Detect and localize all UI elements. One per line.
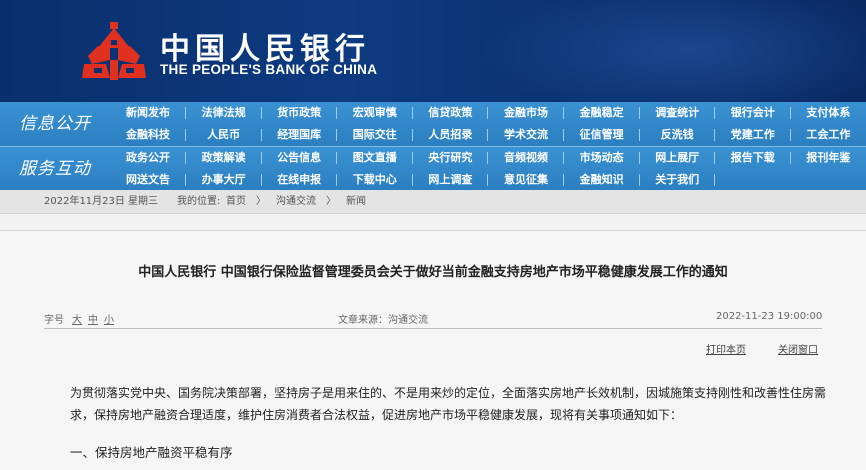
current-weekday: 星期三 [128, 196, 158, 207]
nav-item[interactable]: 信贷政策 [412, 102, 489, 124]
nav-item[interactable]: 在线申报 [261, 169, 338, 191]
breadcrumb-level2-link[interactable]: 新闻 [346, 190, 366, 214]
nav-item[interactable]: 市场动态 [564, 147, 640, 169]
nav-item[interactable]: 金融知识 [564, 169, 640, 191]
nav-item[interactable]: 反洗钱 [639, 124, 716, 146]
nav-item[interactable]: 调查统计 [639, 102, 716, 124]
font-size-large-link[interactable]: 大 [72, 311, 82, 326]
bank-name-en: THE PEOPLE'S BANK OF CHINA [160, 62, 378, 77]
nav-item[interactable]: 金融市场 [488, 102, 564, 124]
nav-item[interactable]: 报告下载 [715, 147, 791, 169]
nav-item[interactable]: 图文直播 [337, 147, 413, 169]
nav-item[interactable]: 征信管理 [564, 124, 640, 146]
pboc-logo-icon[interactable] [80, 20, 148, 84]
nav-item[interactable]: 法律法规 [186, 102, 262, 124]
site-header: 中国人民银行 THE PEOPLE'S BANK OF CHINA [0, 0, 866, 102]
nav-item[interactable]: 公告信息 [261, 147, 338, 169]
article-paragraph: 为贯彻落实党中央、国务院决策部署，坚持房子是用来住的、不是用来炒的定位，全面落实… [70, 386, 827, 422]
nav-grid-info: 新闻发布 法律法规 货币政策 宏观审慎 信贷政策 金融市场 金融稳定 调查统计 银行会计 支付体系… [110, 102, 866, 146]
nav-grid-service: 政务公开 政策解读 公告信息 图文直播 央行研究 音频视频 市场动态 网上展厅 报告下载 报刊年鉴… [110, 147, 866, 191]
nav-item[interactable]: 央行研究 [412, 147, 489, 169]
nav-item[interactable]: 金融稳定 [564, 102, 640, 124]
nav-item[interactable]: 关于我们 [639, 169, 716, 191]
nav-item[interactable]: 支付体系 [790, 102, 866, 124]
nav-item[interactable]: 金融科技 [110, 124, 186, 146]
nav-item[interactable]: 货币政策 [261, 102, 338, 124]
nav-item[interactable]: 学术交流 [488, 124, 564, 146]
print-page-link[interactable]: 打印本页 [706, 341, 746, 356]
header-glow [480, 0, 866, 102]
nav-group-label-service: 服务互动 [19, 159, 91, 179]
nav-item[interactable]: 政策解读 [186, 147, 262, 169]
article-panel: 中国人民银行 中国银行保险监督管理委员会关于做好当前金融支持房地产市场平稳健康发… [0, 230, 866, 470]
nav-item[interactable]: 工会工作 [790, 124, 866, 146]
breadcrumb-home-link[interactable]: 首页 [226, 190, 246, 214]
breadcrumb-separator: 〉 [326, 196, 336, 207]
nav-item[interactable]: 下载中心 [337, 169, 413, 191]
nav-item[interactable]: 银行会计 [715, 102, 791, 124]
breadcrumb: 2022年11月23日 星期三 我的位置: 首页 〉 沟通交流 〉 新闻 [0, 190, 866, 214]
close-window-link[interactable]: 关闭窗口 [778, 341, 818, 356]
font-size-medium-link[interactable]: 中 [88, 311, 98, 326]
nav-band-service: 服务互动 政务公开 政策解读 公告信息 图文直播 央行研究 音频视频 市场动态 网上展厅 报告下… [0, 146, 866, 190]
nav-item[interactable]: 人民币 [186, 124, 262, 146]
article-title: 中国人民银行 中国银行保险监督管理委员会关于做好当前金融支持房地产市场平稳健康发… [138, 265, 728, 280]
main-navigation: 信息公开 新闻发布 法律法规 货币政策 宏观审慎 信贷政策 金融市场 金融稳定 调查统计 银行会… [0, 102, 866, 190]
nav-group-label-info: 信息公开 [19, 114, 91, 134]
current-date: 2022年11月23日 [44, 196, 125, 207]
nav-band-info: 信息公开 新闻发布 法律法规 货币政策 宏观审慎 信贷政策 金融市场 金融稳定 调查统计 银行会… [0, 102, 866, 146]
nav-item[interactable]: 网上展厅 [639, 147, 716, 169]
article-datetime: 2022-11-23 19:00:00 [716, 311, 823, 322]
nav-item[interactable]: 宏观审慎 [337, 102, 413, 124]
nav-item[interactable]: 政务公开 [110, 147, 186, 169]
nav-item[interactable]: 国际交往 [337, 124, 413, 146]
article-meta: 字号 大 中 小 文章来源：沟通交流 2022-11-23 19:00:00 [44, 307, 822, 329]
location-label: 我的位置: [177, 196, 221, 207]
nav-item[interactable]: 党建工作 [715, 124, 791, 146]
nav-item[interactable]: 经理国库 [261, 124, 338, 146]
font-size-small-link[interactable]: 小 [104, 311, 114, 326]
nav-item[interactable]: 人员招录 [412, 124, 489, 146]
nav-item[interactable]: 新闻发布 [110, 102, 186, 124]
nav-item[interactable]: 报刊年鉴 [790, 147, 866, 169]
article-source: 文章来源：沟通交流 [338, 315, 428, 326]
font-size-label: 字号 [44, 315, 64, 326]
nav-item[interactable]: 网上调查 [412, 169, 489, 191]
breadcrumb-separator: 〉 [256, 196, 266, 207]
section-heading: 一、保持房地产融资平稳有序 [70, 445, 233, 460]
breadcrumb-level1-link[interactable]: 沟通交流 [276, 190, 316, 214]
nav-item[interactable]: 办事大厅 [186, 169, 262, 191]
nav-item[interactable]: 音频视频 [488, 147, 564, 169]
nav-item[interactable]: 意见征集 [488, 169, 564, 191]
nav-item[interactable]: 网送文告 [110, 169, 186, 191]
